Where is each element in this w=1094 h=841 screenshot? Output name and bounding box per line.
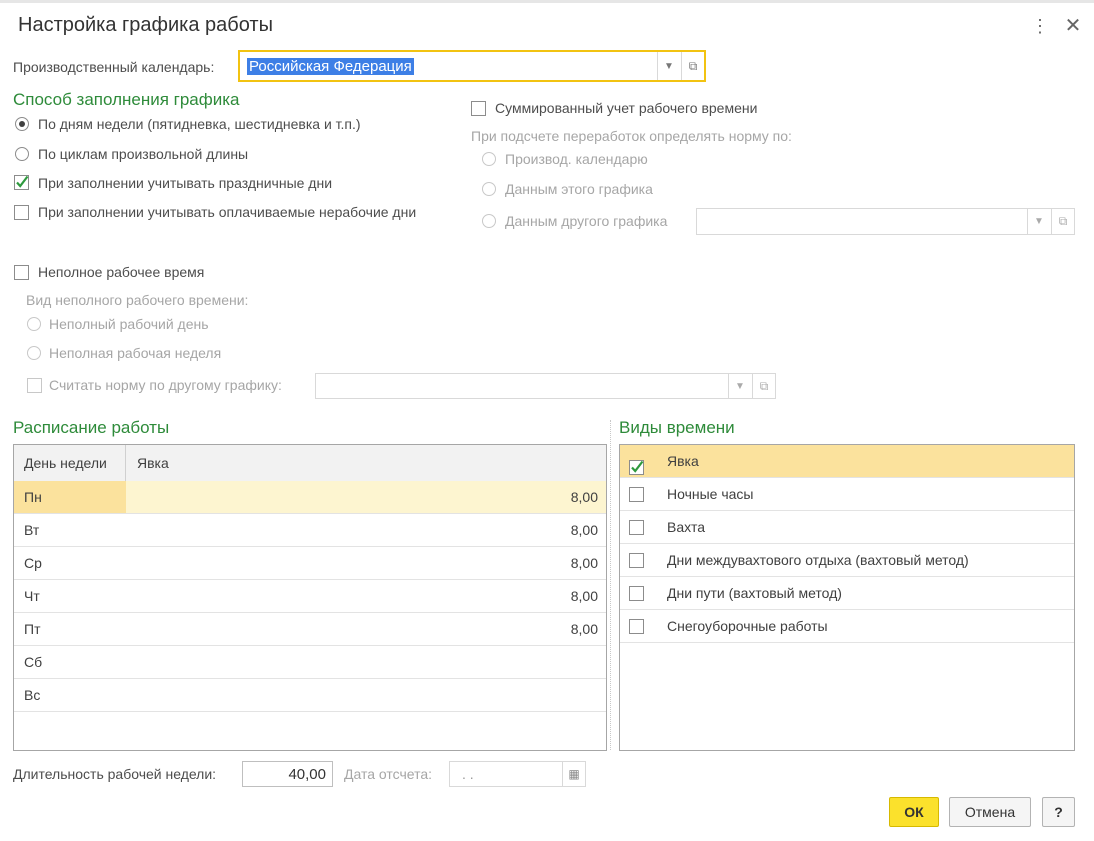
dropdown-icon[interactable]: ▼ bbox=[657, 52, 680, 80]
week-length-label: Длительность рабочей недели: bbox=[13, 766, 217, 782]
calendar-icon[interactable]: ▦ bbox=[562, 762, 585, 786]
check-time-type[interactable] bbox=[629, 553, 644, 568]
check-other-norm[interactable] bbox=[27, 378, 42, 393]
open-icon[interactable]: ⧉ bbox=[752, 374, 775, 398]
col-value-header[interactable]: Явка bbox=[127, 445, 169, 481]
table-row[interactable]: Пн 8,00 bbox=[14, 481, 606, 514]
list-item[interactable]: Вахта bbox=[620, 511, 1074, 544]
check-holidays[interactable] bbox=[14, 175, 29, 193]
radio-part-week[interactable] bbox=[27, 346, 41, 360]
ok-button[interactable]: ОК bbox=[889, 797, 939, 827]
radio-norm-calendar[interactable] bbox=[482, 152, 496, 166]
schedule-table[interactable]: День недели Явка Пн 8,00 Вт 8,00 Ср 8,00… bbox=[13, 444, 607, 751]
radio-by-cycles-label: По циклам произвольной длины bbox=[38, 146, 249, 162]
list-item[interactable]: Снегоуборочные работы bbox=[620, 610, 1074, 643]
check-part-time[interactable] bbox=[14, 265, 29, 280]
check-paid-off-label: При заполнении учитывать оплачиваемые не… bbox=[38, 204, 417, 220]
table-row[interactable]: Ср 8,00 bbox=[14, 547, 606, 580]
col-day-header[interactable]: День недели bbox=[14, 445, 126, 481]
value-cell[interactable]: 8,00 bbox=[571, 481, 598, 513]
calendar-label: Производственный календарь: bbox=[13, 59, 215, 75]
table-row[interactable]: Вс bbox=[14, 679, 606, 712]
list-item[interactable]: Ночные часы bbox=[620, 478, 1074, 511]
panel-divider bbox=[610, 420, 611, 750]
more-menu-icon[interactable]: ⋮ bbox=[1030, 16, 1050, 36]
other-schedule-field[interactable]: ▼ ⧉ bbox=[696, 208, 1075, 235]
time-types-list[interactable]: Явка Ночные часы Вахта Дни междувахтовог… bbox=[619, 444, 1075, 751]
list-item[interactable]: Дни междувахтового отдыха (вахтовый мето… bbox=[620, 544, 1074, 577]
radio-norm-this[interactable] bbox=[482, 182, 496, 196]
radio-by-cycles[interactable] bbox=[15, 147, 29, 161]
check-summarized[interactable] bbox=[471, 101, 486, 116]
schedule-heading: Расписание работы bbox=[13, 418, 170, 437]
checkmark-icon bbox=[629, 460, 644, 475]
radio-part-day[interactable] bbox=[27, 317, 41, 331]
day-cell[interactable]: Ср bbox=[14, 547, 126, 579]
value-cell[interactable]: 8,00 bbox=[571, 547, 598, 579]
table-row[interactable]: Пт 8,00 bbox=[14, 613, 606, 646]
day-cell[interactable]: Вт bbox=[14, 514, 126, 546]
radio-by-weekdays-label: По дням недели (пятидневка, шестидневка … bbox=[38, 116, 361, 132]
radio-by-weekdays[interactable] bbox=[15, 117, 29, 131]
table-row[interactable]: Чт 8,00 bbox=[14, 580, 606, 613]
time-type-label: Дни пути (вахтовый метод) bbox=[667, 585, 842, 601]
calendar-value[interactable]: Российская Федерация bbox=[247, 58, 414, 75]
open-icon[interactable]: ⧉ bbox=[681, 52, 704, 80]
time-type-label: Ночные часы bbox=[667, 486, 754, 502]
check-other-norm-label: Считать норму по другому графику: bbox=[49, 377, 282, 393]
week-length-value[interactable]: 40,00 bbox=[288, 766, 326, 783]
norm-label: При подсчете переработок определять норм… bbox=[471, 128, 792, 144]
fill-method-heading: Способ заполнения графика bbox=[13, 90, 240, 109]
check-paid-off[interactable] bbox=[14, 205, 29, 220]
ref-date-label: Дата отсчета: bbox=[344, 766, 433, 782]
ref-date-input[interactable]: . . ▦ bbox=[449, 761, 586, 787]
check-time-type[interactable] bbox=[629, 619, 644, 634]
week-length-input[interactable]: 40,00 bbox=[242, 761, 333, 787]
time-types-heading: Виды времени bbox=[619, 418, 735, 437]
time-type-label: Снегоуборочные работы bbox=[667, 618, 828, 634]
radio-norm-other-label: Данным другого графика bbox=[505, 213, 668, 229]
check-part-time-label: Неполное рабочее время bbox=[38, 264, 205, 280]
value-cell[interactable]: 8,00 bbox=[571, 613, 598, 645]
value-cell[interactable]: 8,00 bbox=[571, 580, 598, 612]
dropdown-icon[interactable]: ▼ bbox=[1027, 209, 1050, 234]
close-icon[interactable]: ✕ bbox=[1062, 15, 1084, 37]
window-title: Настройка графика работы bbox=[18, 14, 273, 36]
check-summarized-label: Суммированный учет рабочего времени bbox=[495, 100, 758, 116]
table-row[interactable]: Вт 8,00 bbox=[14, 514, 606, 547]
other-norm-field[interactable]: ▼ ⧉ bbox=[315, 373, 776, 399]
value-cell[interactable]: 8,00 bbox=[571, 514, 598, 546]
calendar-field[interactable]: Российская Федерация ▼ ⧉ bbox=[238, 50, 706, 82]
list-item[interactable]: Дни пути (вахтовый метод) bbox=[620, 577, 1074, 610]
time-type-label: Вахта bbox=[667, 519, 706, 535]
day-cell[interactable]: Чт bbox=[14, 580, 126, 612]
cancel-button[interactable]: Отмена bbox=[949, 797, 1031, 827]
day-cell[interactable]: Пт bbox=[14, 613, 126, 645]
time-type-label: Дни междувахтового отдыха (вахтовый мето… bbox=[667, 552, 969, 568]
radio-norm-calendar-label: Производ. календарю bbox=[505, 151, 648, 167]
day-cell[interactable]: Пн bbox=[14, 481, 126, 513]
radio-norm-this-label: Данным этого графика bbox=[505, 181, 653, 197]
day-cell[interactable]: Вс bbox=[14, 679, 126, 711]
radio-norm-other[interactable] bbox=[482, 214, 496, 228]
check-time-type[interactable] bbox=[629, 586, 644, 601]
radio-part-week-label: Неполная рабочая неделя bbox=[49, 345, 222, 361]
top-strip bbox=[0, 0, 1094, 3]
table-row[interactable]: Сб bbox=[14, 646, 606, 679]
check-time-type[interactable] bbox=[629, 520, 644, 535]
ref-date-value[interactable]: . . bbox=[462, 766, 474, 782]
part-time-kind-label: Вид неполного рабочего времени: bbox=[26, 292, 249, 308]
dropdown-icon[interactable]: ▼ bbox=[728, 374, 751, 398]
help-button[interactable]: ? bbox=[1042, 797, 1075, 827]
time-type-label: Явка bbox=[667, 453, 699, 469]
open-icon[interactable]: ⧉ bbox=[1051, 209, 1074, 234]
checkmark-icon bbox=[14, 175, 29, 190]
check-holidays-label: При заполнении учитывать праздничные дни bbox=[38, 175, 333, 191]
check-time-type[interactable] bbox=[629, 487, 644, 502]
list-item[interactable]: Явка bbox=[620, 445, 1074, 478]
schedule-header: День недели Явка bbox=[14, 445, 606, 482]
radio-part-day-label: Неполный рабочий день bbox=[49, 316, 209, 332]
day-cell[interactable]: Сб bbox=[14, 646, 126, 678]
